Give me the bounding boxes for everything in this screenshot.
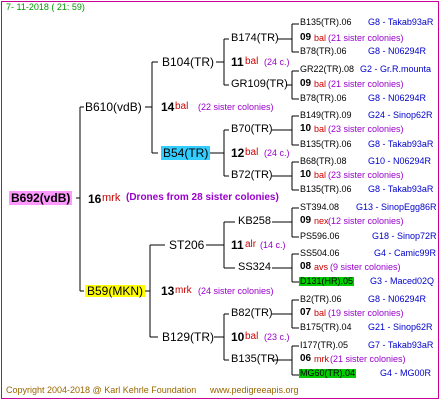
root-generation-number: 16 xyxy=(88,192,102,206)
kb258-sister-count: (12 sister colonies) xyxy=(328,216,404,226)
leaf-queen-label[interactable]: B68(TR).08 xyxy=(300,157,347,166)
st206-generation-number: 11 xyxy=(231,238,244,252)
b135-sister-count: (21 sister colonies) xyxy=(330,354,406,364)
kb258-queen-label[interactable]: KB258 xyxy=(238,216,271,227)
b104-generation-number: 11 xyxy=(231,55,244,69)
dam-generation-number: 13 xyxy=(161,284,175,298)
b70-sister-count: (23 sister colonies) xyxy=(328,124,404,134)
leaf-origin-label: G4 - MG00R xyxy=(380,368,432,378)
leaf-queen-label[interactable]: B2(TR).06 xyxy=(300,295,342,304)
b72-queen-label[interactable]: B72(TR) xyxy=(231,170,273,181)
leaf-queen-label[interactable]: B78(TR).06 xyxy=(300,94,347,103)
b129-sister-count: (23 c.) xyxy=(264,332,290,342)
b135-generation-number: 06 xyxy=(300,353,312,364)
leaf-origin-label: G8 - Takab93aR xyxy=(368,139,434,149)
leaf-origin-label: G10 - N06294R xyxy=(368,156,432,166)
b54-queen-label[interactable]: B54(TR) xyxy=(161,146,211,160)
leaf-queen-label[interactable]: B149(TR).09 xyxy=(300,111,352,120)
sire-generation-number: 14 xyxy=(161,100,175,114)
st206-sister-count: (14 c.) xyxy=(260,240,286,250)
b70-generation-number: 10 xyxy=(300,123,312,134)
b174-queen-label[interactable]: B174(TR) xyxy=(231,33,279,44)
leaf-origin-label: G21 - Sinop62R xyxy=(368,322,433,332)
leaf-queen-label[interactable]: ST394.08 xyxy=(300,203,339,212)
b129-mark: bal xyxy=(245,331,259,342)
leaf-queen-label[interactable]: PS596.06 xyxy=(300,232,340,241)
leaf-origin-label: G8 - Takab93aR xyxy=(368,17,434,27)
b174-mark: bal xyxy=(314,33,327,43)
leaf-queen-label[interactable]: SS504.06 xyxy=(300,249,340,258)
leaf-origin-label: G3 - Maced02Q xyxy=(370,276,435,286)
b129-queen-label[interactable]: B129(TR) xyxy=(162,331,214,343)
leaf-queen-label[interactable]: GR22(TR).08 xyxy=(300,65,354,74)
dam-sister-count: (24 sister colonies) xyxy=(198,286,274,296)
sire-queen-label[interactable]: B610(vdB) xyxy=(85,101,142,113)
leaf-origin-label: G18 - Sinop72R xyxy=(372,231,437,241)
ss324-mark: avs xyxy=(314,262,329,272)
gr109-queen-label[interactable]: GR109(TR) xyxy=(231,79,288,90)
b82-sister-count: (19 sister colonies) xyxy=(328,308,404,318)
b135-mark: mrk xyxy=(314,354,329,364)
leaf-queen-label[interactable]: B135(TR).06 xyxy=(300,18,352,27)
leaf-queen-label[interactable]: I177(TR).05 xyxy=(300,341,348,350)
root-drone-info: (Drones from 28 sister colonies) xyxy=(126,192,279,203)
b129-generation-number: 10 xyxy=(231,330,245,344)
gr109-mark: bal xyxy=(314,79,327,89)
ss324-generation-number: 08 xyxy=(300,261,312,272)
leaf-origin-label: G2 - Gr.R.mounta xyxy=(360,64,432,74)
gr109-generation-number: 09 xyxy=(300,78,312,89)
kb258-mark: nex xyxy=(314,216,329,226)
sire-sister-count: (22 sister colonies) xyxy=(198,102,274,112)
gr109-sister-count: (21 sister colonies) xyxy=(328,79,404,89)
leaf-origin-label: G8 - N06294R xyxy=(368,46,427,56)
leaf-queen-label[interactable]: B78(TR).06 xyxy=(300,47,347,56)
leaf-queen-label[interactable]: B135(TR).06 xyxy=(300,185,352,194)
b70-mark: bal xyxy=(314,124,327,134)
dam-queen-label[interactable]: B59(MKN) xyxy=(85,285,146,297)
b54-mark: bal xyxy=(245,147,259,158)
leaf-queen-label[interactable]: B175(TR).04 xyxy=(300,323,352,332)
root-mark: mrk xyxy=(102,192,121,204)
leaf-queen-label[interactable]: MG60(TR).04 xyxy=(299,369,357,378)
b82-queen-label[interactable]: B82(TR) xyxy=(231,308,273,319)
kb258-generation-number: 09 xyxy=(300,215,312,226)
st206-mark: alr xyxy=(245,239,257,250)
root-queen-label[interactable]: B692(vdB) xyxy=(9,191,73,205)
b104-queen-label[interactable]: B104(TR) xyxy=(162,56,214,68)
generated-date: 7- 11-2018 ( 21: 59) xyxy=(6,2,85,12)
b72-mark: bal xyxy=(314,170,327,180)
b54-sister-count: (24 c.) xyxy=(264,148,290,158)
b135-queen-label[interactable]: B135(TR) xyxy=(231,354,279,365)
leaf-origin-label: G8 - N06294R xyxy=(368,93,427,103)
b82-mark: bal xyxy=(314,308,327,318)
b72-generation-number: 10 xyxy=(300,169,312,180)
b104-sister-count: (24 c.) xyxy=(264,57,290,67)
b174-generation-number: 09 xyxy=(300,32,312,43)
leaf-origin-label: G7 - Takab93aR xyxy=(368,340,434,350)
sire-mark: bal xyxy=(175,101,189,112)
b104-mark: bal xyxy=(245,56,259,67)
leaf-queen-label[interactable]: B135(TR).06 xyxy=(300,140,352,149)
b174-sister-count: (21 sister colonies) xyxy=(328,33,404,43)
leaf-origin-label: G13 - SinopEgg86R xyxy=(356,202,437,212)
copyright-text: Copyright 2004-2018 @ Karl Kehrle Founda… xyxy=(6,385,197,395)
ss324-sister-count: (9 sister colonies) xyxy=(330,262,401,272)
b54-generation-number: 12 xyxy=(231,146,245,160)
ss324-queen-label[interactable]: SS324 xyxy=(238,262,271,273)
site-link[interactable]: www.pedigreeapis.org xyxy=(210,386,299,395)
leaf-origin-label: G8 - Takab93aR xyxy=(368,184,434,194)
leaf-queen-label[interactable]: D131(HR).05 xyxy=(299,277,355,286)
b82-generation-number: 07 xyxy=(300,307,312,318)
leaf-origin-label: G24 - Sinop62R xyxy=(368,110,433,120)
st206-queen-label[interactable]: ST206 xyxy=(169,239,204,251)
b72-sister-count: (23 sister colonies) xyxy=(328,170,404,180)
dam-mark: mrk xyxy=(175,285,192,296)
b70-queen-label[interactable]: B70(TR) xyxy=(231,124,273,135)
leaf-origin-label: G4 - Camic99R xyxy=(374,248,437,258)
leaf-origin-label: G8 - N06294R xyxy=(368,294,427,304)
